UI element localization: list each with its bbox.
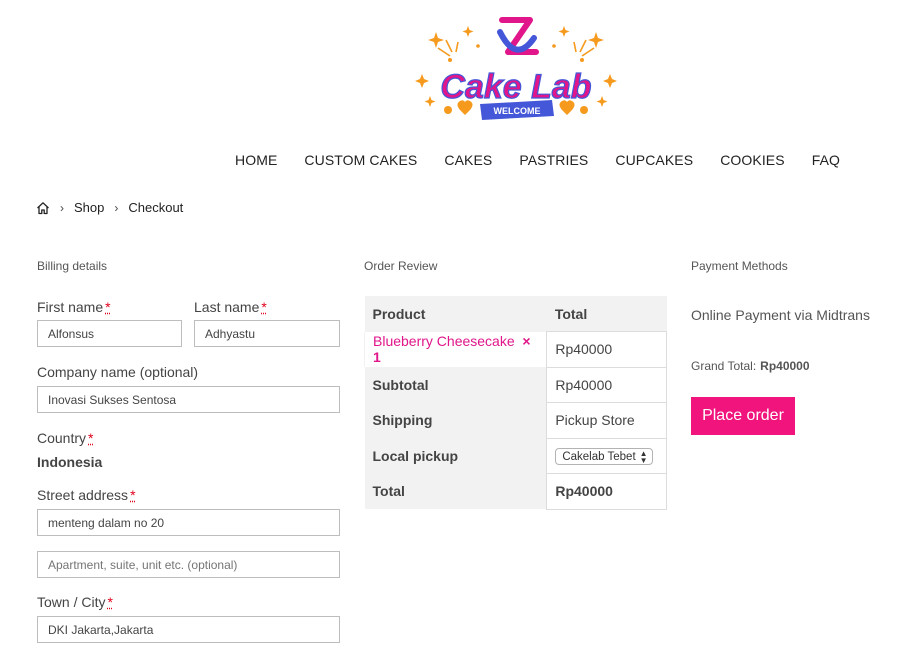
main-nav: HOME CUSTOM CAKES CAKES PASTRIES CUPCAKE…	[235, 152, 840, 168]
shipping-label: Shipping	[364, 402, 547, 438]
last-name-input[interactable]	[194, 320, 340, 347]
country-label: Country *	[37, 430, 94, 446]
cakelab-logo[interactable]: Cake Lab WELCOME	[408, 12, 624, 132]
local-pickup-label: Local pickup	[364, 438, 547, 474]
home-icon[interactable]	[36, 201, 50, 215]
breadcrumb-shop[interactable]: Shop	[74, 200, 104, 215]
billing-title: Billing details	[37, 259, 108, 273]
company-label: Company name (optional)	[37, 364, 199, 380]
table-row: Product Total	[364, 296, 667, 332]
company-input[interactable]	[37, 386, 340, 413]
nav-home[interactable]: HOME	[235, 152, 277, 168]
logo-text: Cake Lab	[440, 68, 591, 106]
breadcrumb: › Shop › Checkout	[36, 200, 183, 215]
welcome-text: WELCOME	[494, 106, 541, 116]
pickup-location-select[interactable]: Cakelab Tebet ▲ ▼	[555, 448, 653, 465]
table-row: Local pickup Cakelab Tebet ▲ ▼	[364, 437, 667, 474]
table-row: Total Rp40000	[364, 473, 667, 510]
total-label: Total	[364, 473, 547, 509]
nav-cookies[interactable]: COOKIES	[720, 152, 785, 168]
place-order-button[interactable]: Place order	[691, 397, 795, 435]
town-input[interactable]	[37, 616, 340, 643]
nav-faq[interactable]: FAQ	[812, 152, 840, 168]
payment-methods-title: Payment Methods	[691, 259, 788, 273]
product-header: Product	[364, 296, 547, 332]
payment-method-midtrans[interactable]: Online Payment via Midtrans	[691, 307, 870, 323]
table-row: Subtotal Rp40000	[364, 366, 667, 403]
chevron-right-icon: ›	[60, 200, 64, 215]
table-row: Blueberry Cheesecake × 1 Rp40000	[363, 331, 667, 368]
total-value: Rp40000	[546, 473, 667, 510]
chevron-right-icon: ›	[114, 200, 119, 215]
breadcrumb-checkout: Checkout	[128, 200, 184, 215]
town-label: Town / City *	[37, 594, 113, 610]
total-header: Total	[546, 296, 667, 332]
last-name-label: Last name *	[194, 299, 267, 315]
nav-cakes[interactable]: CAKES	[444, 152, 492, 168]
logo-symbol	[497, 17, 539, 55]
first-name-input[interactable]	[37, 320, 182, 347]
subtotal-label: Subtotal	[364, 367, 547, 403]
street-label: Street address *	[37, 487, 136, 503]
nav-cupcakes[interactable]: CUPCAKES	[615, 152, 693, 168]
select-arrows-icon: ▲ ▼	[639, 448, 648, 465]
order-item[interactable]: Blueberry Cheesecake × 1	[363, 331, 547, 367]
apartment-input[interactable]	[37, 551, 340, 578]
table-row: Shipping Pickup Store	[364, 402, 667, 439]
grand-total: Grand Total: Rp40000	[691, 359, 810, 373]
country-value: Indonesia	[37, 454, 103, 470]
first-name-label: First name *	[37, 299, 111, 315]
order-review-title: Order Review	[364, 259, 438, 273]
street-input[interactable]	[37, 509, 340, 536]
order-item-price: Rp40000	[546, 331, 667, 368]
nav-pastries[interactable]: PASTRIES	[519, 152, 588, 168]
order-review-table: Product Total Blueberry Cheesecake × 1 R…	[363, 296, 667, 510]
nav-custom-cakes[interactable]: CUSTOM CAKES	[304, 152, 417, 168]
subtotal-value: Rp40000	[546, 366, 667, 403]
shipping-value: Pickup Store	[546, 402, 667, 439]
